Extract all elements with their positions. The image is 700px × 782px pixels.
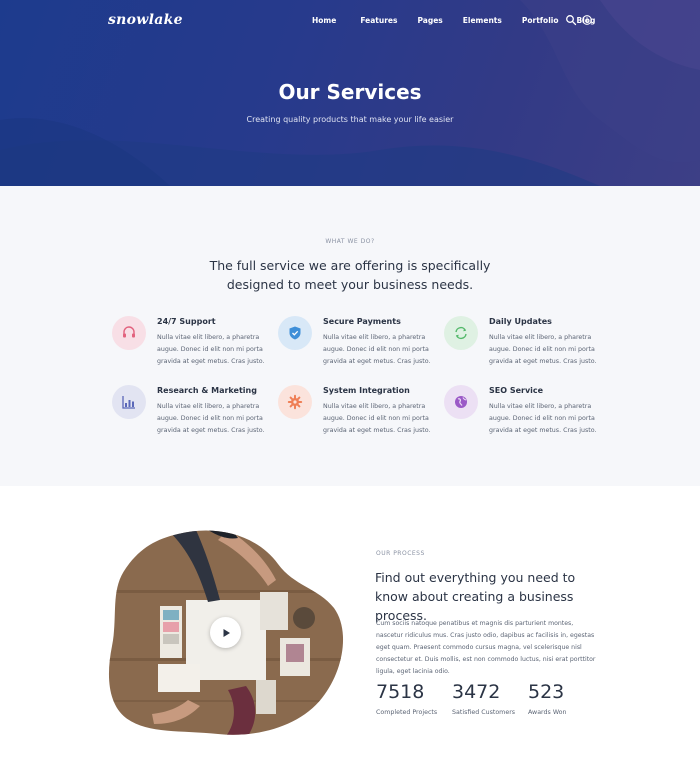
service-desc: Nulla vitae elit libero, a pharetra augu… <box>323 403 431 434</box>
chart-icon <box>122 396 135 409</box>
nav-home[interactable]: Home <box>312 16 336 25</box>
services-heading-line1: The full service we are offering is spec… <box>209 258 491 273</box>
stat-number: 7518 <box>376 681 425 703</box>
service-desc: Nulla vitae elit libero, a pharetra augu… <box>489 403 597 434</box>
service-item: Research & Marketing Nulla vitae elit li… <box>112 385 272 445</box>
service-icon-wrap <box>112 385 146 419</box>
service-title: Daily Updates <box>489 317 552 326</box>
service-icon-wrap <box>278 385 312 419</box>
service-icon-wrap <box>112 316 146 350</box>
play-icon <box>223 628 230 637</box>
service-item: Daily Updates Nulla vitae elit libero, a… <box>444 316 604 376</box>
page-subtitle: Creating quality products that make your… <box>246 115 454 124</box>
service-title: System Integration <box>323 386 410 395</box>
service-icon-wrap <box>278 316 312 350</box>
service-desc: Nulla vitae elit libero, a pharetra augu… <box>489 334 597 365</box>
service-title: Research & Marketing <box>157 386 257 395</box>
stat-label: Satisfied Customers <box>452 709 516 716</box>
process-heading: Find out everything you need to know abo… <box>375 570 576 623</box>
service-icon-wrap <box>444 385 478 419</box>
service-item: SEO Service Nulla vitae elit libero, a p… <box>444 385 604 445</box>
services-eyebrow: WHAT WE DO? <box>325 238 375 245</box>
gear-icon <box>287 394 303 410</box>
service-title: SEO Service <box>489 386 544 395</box>
info-icon[interactable] <box>581 14 593 26</box>
nav-portfolio[interactable]: Portfolio <box>522 16 559 25</box>
service-desc: Nulla vitae elit libero, a pharetra augu… <box>157 334 265 365</box>
stat-label: Completed Projects <box>376 709 438 716</box>
stat-number: 3472 <box>452 681 501 703</box>
page-title: Our Services <box>278 80 422 104</box>
process-eyebrow: OUR PROCESS <box>376 550 425 557</box>
refresh-icon <box>455 326 467 340</box>
nav-elements[interactable]: Elements <box>463 16 502 25</box>
service-desc: Nulla vitae elit libero, a pharetra augu… <box>157 403 265 434</box>
service-title: 24/7 Support <box>157 317 216 326</box>
service-icon-wrap <box>444 316 478 350</box>
services-heading-line2: designed to meet your business needs. <box>226 277 474 292</box>
services-heading: The full service we are offering is spec… <box>0 256 700 294</box>
service-title: Secure Payments <box>323 317 401 326</box>
nav-pages[interactable]: Pages <box>418 16 443 25</box>
stat-awards-won: 523 Awards Won <box>528 681 567 716</box>
logo[interactable]: snowlake <box>108 12 183 28</box>
shield-icon <box>289 326 301 340</box>
stat-label: Awards Won <box>528 709 567 716</box>
nav-features[interactable]: Features <box>360 16 397 25</box>
service-item: System Integration Nulla vitae elit libe… <box>278 385 438 445</box>
stat-satisfied-customers: 3472 Satisfied Customers <box>452 681 515 716</box>
play-video-button[interactable] <box>210 617 241 648</box>
globe-icon <box>455 396 467 408</box>
process-text: Cum sociis natoque penatibus et magnis d… <box>376 620 596 675</box>
search-icon[interactable] <box>565 14 577 26</box>
service-desc: Nulla vitae elit libero, a pharetra augu… <box>323 334 431 365</box>
stat-completed-projects: 7518 Completed Projects <box>376 681 437 716</box>
service-item: 24/7 Support Nulla vitae elit libero, a … <box>112 316 272 376</box>
headset-icon <box>123 326 135 338</box>
stat-number: 523 <box>528 681 565 703</box>
service-item: Secure Payments Nulla vitae elit libero,… <box>278 316 438 376</box>
process-section: OUR PROCESS Find out everything you need… <box>0 486 700 782</box>
hero-section: snowlake Home Features Pages Elements Po… <box>0 0 700 186</box>
services-section: WHAT WE DO? The full service we are offe… <box>0 186 700 486</box>
